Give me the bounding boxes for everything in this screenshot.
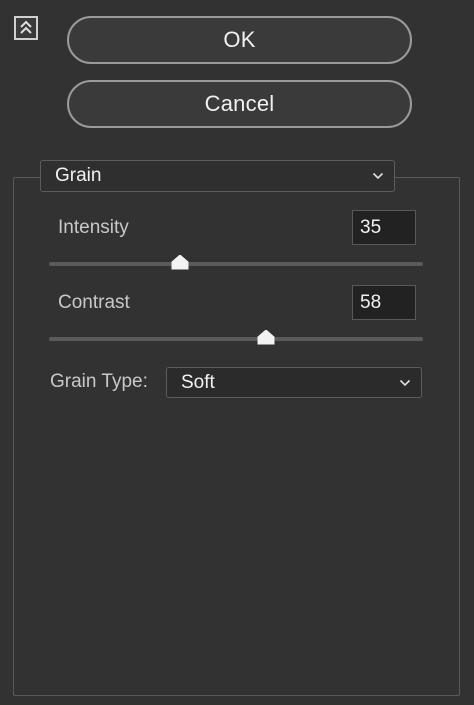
filter-options-panel: OK Cancel Grain Intensity 35 Contrast 58…: [0, 0, 474, 705]
filter-select-value: Grain: [55, 165, 102, 186]
intensity-slider-thumb[interactable]: [171, 255, 189, 270]
grain-type-label: Grain Type:: [50, 371, 148, 392]
filter-select[interactable]: Grain: [40, 160, 395, 192]
grain-type-select[interactable]: Soft: [166, 367, 422, 398]
chevron-down-icon: [399, 379, 411, 386]
cancel-button[interactable]: Cancel: [67, 80, 412, 128]
grain-type-select-value: Soft: [181, 371, 215, 393]
chevron-down-icon: [372, 172, 384, 180]
intensity-input[interactable]: 35: [352, 210, 416, 245]
double-chevron-up-icon: [20, 20, 32, 34]
contrast-slider-thumb[interactable]: [257, 330, 275, 345]
intensity-label: Intensity: [58, 217, 129, 238]
ok-button[interactable]: OK: [67, 16, 412, 64]
intensity-slider-track: [49, 262, 423, 266]
intensity-slider[interactable]: [49, 252, 423, 276]
contrast-slider[interactable]: [49, 327, 423, 351]
contrast-label: Contrast: [58, 292, 130, 313]
contrast-input[interactable]: 58: [352, 285, 416, 320]
contrast-slider-track: [49, 337, 423, 341]
collapse-button[interactable]: [14, 16, 38, 40]
